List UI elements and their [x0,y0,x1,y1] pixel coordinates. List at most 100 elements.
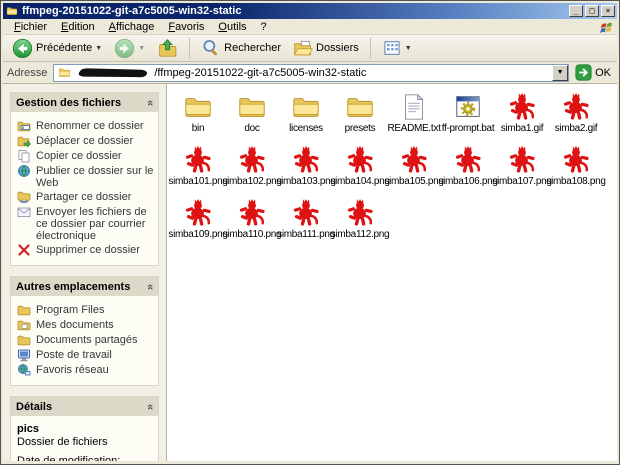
place-documents-partages[interactable]: Documents partagés [17,334,154,347]
red-lion-image-icon [291,198,321,228]
red-lion-image-icon [507,145,537,175]
search-label: Rechercher [224,42,281,54]
email-icon [17,205,31,219]
red-lion-image-icon [291,145,321,175]
task-email-files[interactable]: Envoyer les fichiers de ce dossier par c… [17,206,154,242]
folder-icon [5,5,19,17]
place-mes-documents[interactable]: Mes documents [17,319,154,332]
file-item-simba104[interactable]: simba104.png [330,145,390,198]
go-arrow-icon [575,64,592,81]
go-label: OK [595,66,611,79]
go-button[interactable]: OK [573,64,613,81]
search-button[interactable]: Rechercher [196,36,286,60]
address-input[interactable]: /ffmpeg-20151022-git-a7c5005-win32-stati… [53,63,570,82]
close-button[interactable]: × [601,5,615,17]
file-item-simba110[interactable]: simba110.png [223,198,282,251]
up-button[interactable] [152,36,183,61]
file-item-simba109[interactable]: simba109.png [168,198,228,251]
title-bar: ffmpeg-20151022-git-a7c5005-win32-static… [3,3,617,19]
move-folder-icon [17,134,31,148]
maximize-button[interactable]: □ [585,5,599,17]
rename-folder-icon [17,119,31,133]
minimize-button[interactable]: _ [569,5,583,17]
menu-aide[interactable]: ? [254,20,274,34]
toolbar-separator [189,38,191,58]
task-publish-web[interactable]: Publier ce dossier sur le Web [17,165,154,189]
back-dropdown-arrow-icon[interactable]: ▼ [95,45,102,52]
windows-logo-icon [599,20,615,34]
red-lion-image-icon [237,145,267,175]
menu-edition[interactable]: Edition [54,20,102,34]
forward-dropdown-arrow-icon: ▼ [138,44,146,52]
menu-fichier[interactable]: Fichier [7,20,54,34]
address-dropdown-button[interactable]: ▼ [552,64,569,81]
publish-web-icon [17,164,31,178]
collapse-chevron-icon[interactable]: « [144,403,156,409]
file-item-simba112[interactable]: simba112.png [331,198,390,251]
red-lion-image-icon [183,198,213,228]
task-share-folder[interactable]: Partager ce dossier [17,191,154,204]
my-documents-icon [17,318,31,332]
folder-icon [17,303,31,317]
file-item-licenses[interactable]: licenses [279,92,333,145]
folder-icon [237,92,267,122]
task-copy-folder[interactable]: Copier ce dossier [17,150,154,163]
details-folder-name: pics [17,423,40,435]
menu-favoris[interactable]: Favoris [161,20,211,34]
address-label: Adresse [7,66,48,79]
details-modified-date: Date de modification: dimanche 10 janvie… [17,455,121,461]
file-item-simba1[interactable]: simba1.gif [495,92,549,145]
file-item-simba102[interactable]: simba102.png [222,145,282,198]
file-tasks-header[interactable]: Gestion des fichiers « [11,93,158,112]
details-header[interactable]: Détails « [11,397,158,416]
file-item-simba108[interactable]: simba108.png [546,145,606,198]
share-folder-icon [17,190,31,204]
file-item-presets[interactable]: presets [333,92,387,145]
censored-path-segment [75,67,151,78]
collapse-chevron-icon[interactable]: « [144,283,156,289]
file-tasks-panel: Gestion des fichiers « Renommer ce dossi… [10,92,159,266]
task-pane-sidebar: Gestion des fichiers « Renommer ce dossi… [3,84,167,461]
task-delete-folder[interactable]: Supprimer ce dossier [17,244,154,257]
file-item-readme[interactable]: README.txt [387,92,441,145]
task-move-folder[interactable]: Déplacer ce dossier [17,135,154,148]
views-button[interactable]: ▼ [377,36,417,60]
folder-icon [291,92,321,122]
file-item-simba111[interactable]: simba111.png [277,198,335,251]
file-grid: bin doc licenses presets README.txt ff-p… [168,92,615,251]
red-lion-image-icon [345,198,375,228]
file-item-simba103[interactable]: simba103.png [276,145,336,198]
toolbar: Précédente ▼ ▼ Rechercher Dossiers ▼ [3,35,617,62]
folders-button[interactable]: Dossiers [288,36,364,60]
place-poste-de-travail[interactable]: Poste de travail [17,349,154,362]
back-icon [12,38,33,59]
back-label: Précédente [36,42,93,54]
menu-affichage[interactable]: Affichage [102,20,162,34]
file-item-simba106[interactable]: simba106.png [438,145,498,198]
views-dropdown-arrow-icon[interactable]: ▼ [405,45,412,52]
folder-icon [183,92,213,122]
file-item-simba105[interactable]: simba105.png [384,145,444,198]
folders-icon [293,38,313,58]
file-tasks-title: Gestion des fichiers [16,96,122,109]
back-button[interactable]: Précédente ▼ [7,36,107,61]
place-favoris-reseau[interactable]: Favoris réseau [17,364,154,377]
file-item-simba2[interactable]: simba2.gif [549,92,603,145]
red-lion-image-icon [183,145,213,175]
file-item-simba101[interactable]: simba101.png [168,145,228,198]
red-lion-image-icon [345,145,375,175]
red-lion-image-icon [237,198,267,228]
menu-bar: Fichier Edition Affichage Favoris Outils… [3,19,617,35]
red-lion-image-icon [507,92,537,122]
other-places-title: Autres emplacements [16,280,131,293]
task-rename-folder[interactable]: Renommer ce dossier [17,120,154,133]
other-places-header[interactable]: Autres emplacements « [11,277,158,296]
file-item-simba107[interactable]: simba107.png [492,145,552,198]
file-item-ff-prompt[interactable]: ff-prompt.bat [441,92,495,145]
place-program-files[interactable]: Program Files [17,304,154,317]
collapse-chevron-icon[interactable]: « [144,99,156,105]
menu-outils[interactable]: Outils [211,20,253,34]
file-item-doc[interactable]: doc [225,92,279,145]
file-item-bin[interactable]: bin [171,92,225,145]
forward-button[interactable]: ▼ [109,36,150,61]
